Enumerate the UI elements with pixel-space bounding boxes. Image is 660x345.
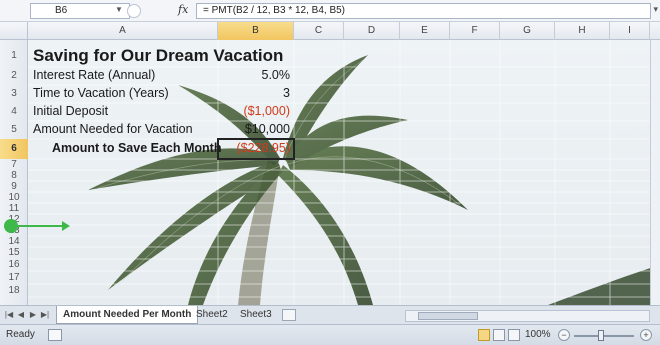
insert-sheet-icon[interactable] <box>282 309 296 321</box>
cancel-icon[interactable] <box>127 4 141 18</box>
worksheet-grid[interactable]: Saving for Our Dream Vacation Interest R… <box>28 40 660 305</box>
row-header[interactable]: 5 <box>0 121 28 139</box>
row-header[interactable]: 11 <box>0 203 28 214</box>
row-header[interactable]: 15 <box>0 247 28 259</box>
status-bar: Ready 100% − + <box>0 324 660 345</box>
page-break-preview-icon[interactable] <box>508 329 520 341</box>
cell-b4[interactable]: ($1,000) <box>220 104 290 118</box>
formula-bar: B6 ▼ fx = PMT(B2 / 12, B3 * 12, B4, B5) … <box>0 0 660 22</box>
column-header[interactable]: H <box>555 22 610 40</box>
row-header[interactable]: 16 <box>0 259 28 271</box>
row-header[interactable]: 9 <box>0 181 28 192</box>
tab-sheet3[interactable]: Sheet3 <box>234 306 278 324</box>
callout-arrow-line <box>18 225 66 227</box>
row-header[interactable]: 7 <box>0 159 28 170</box>
cell-a1[interactable]: Saving for Our Dream Vacation <box>33 46 283 66</box>
sheet-tabs-bar: |◀ ◀ ▶ ▶| Amount Needed Per Month Sheet2… <box>0 305 660 324</box>
column-header[interactable]: F <box>450 22 500 40</box>
column-header[interactable]: B <box>218 22 294 40</box>
cell-a3[interactable]: Time to Vacation (Years) <box>33 86 169 100</box>
row-header[interactable]: 8 <box>0 170 28 181</box>
row-header[interactable]: 2 <box>0 67 28 85</box>
macro-record-icon[interactable] <box>48 329 62 341</box>
cell-b5[interactable]: $10,000 <box>220 122 290 136</box>
status-mode: Ready <box>6 329 35 340</box>
zoom-level[interactable]: 100% <box>525 329 551 340</box>
vertical-scrollbar[interactable] <box>650 40 660 305</box>
cell-a6[interactable]: Amount to Save Each Month <box>52 141 221 155</box>
horizontal-scroll-thumb[interactable] <box>418 312 478 320</box>
row-header[interactable]: 14 <box>0 236 28 247</box>
zoom-slider-thumb[interactable] <box>598 330 604 341</box>
column-header[interactable]: G <box>500 22 555 40</box>
cell-a4[interactable]: Initial Deposit <box>33 104 108 118</box>
zoom-out-icon[interactable]: − <box>558 329 570 341</box>
normal-view-icon[interactable] <box>478 329 490 341</box>
cell-b3[interactable]: 3 <box>220 86 290 100</box>
cell-a2[interactable]: Interest Rate (Annual) <box>33 68 155 82</box>
last-sheet-icon[interactable]: ▶| <box>40 309 50 321</box>
chevron-down-icon[interactable]: ▼ <box>115 3 125 17</box>
cell-b2[interactable]: 5.0% <box>220 68 291 82</box>
row-header[interactable]: 3 <box>0 85 28 103</box>
tab-amount-needed-per-month[interactable]: Amount Needed Per Month <box>56 306 199 324</box>
row-header[interactable]: 18 <box>0 284 28 297</box>
row-header[interactable]: 4 <box>0 103 28 121</box>
column-header[interactable]: D <box>344 22 400 40</box>
row-header[interactable]: 10 <box>0 192 28 203</box>
cell-a5[interactable]: Amount Needed for Vacation <box>33 122 193 136</box>
expand-formula-bar-icon[interactable]: ▾ <box>653 4 658 15</box>
column-header[interactable]: A <box>28 22 218 40</box>
tab-sheet2[interactable]: Sheet2 <box>190 306 234 324</box>
zoom-slider[interactable] <box>574 335 634 337</box>
zoom-in-icon[interactable]: + <box>640 329 652 341</box>
active-cell-selection[interactable] <box>217 138 295 160</box>
insert-function-icon[interactable]: fx <box>178 3 188 16</box>
column-header[interactable]: C <box>294 22 344 40</box>
row-header[interactable]: 1 <box>0 44 28 67</box>
row-header[interactable]: 6 <box>0 139 28 159</box>
row-headers: 1 2 3 4 5 6 7 8 9 10 11 12 13 14 15 16 1… <box>0 40 28 305</box>
column-header[interactable]: E <box>400 22 450 40</box>
row-header[interactable]: 17 <box>0 271 28 284</box>
formula-input[interactable]: = PMT(B2 / 12, B3 * 12, B4, B5) <box>196 3 651 19</box>
select-all-corner[interactable] <box>0 22 28 40</box>
callout-arrow-head-icon <box>62 221 70 231</box>
first-sheet-icon[interactable]: |◀ <box>4 309 14 321</box>
column-header[interactable]: I <box>610 22 650 40</box>
next-sheet-icon[interactable]: ▶ <box>28 309 38 321</box>
prev-sheet-icon[interactable]: ◀ <box>16 309 26 321</box>
column-headers: A B C D E F G H I <box>0 22 660 40</box>
horizontal-scrollbar[interactable] <box>405 310 650 322</box>
page-layout-view-icon[interactable] <box>493 329 505 341</box>
callout-dot <box>4 219 18 233</box>
